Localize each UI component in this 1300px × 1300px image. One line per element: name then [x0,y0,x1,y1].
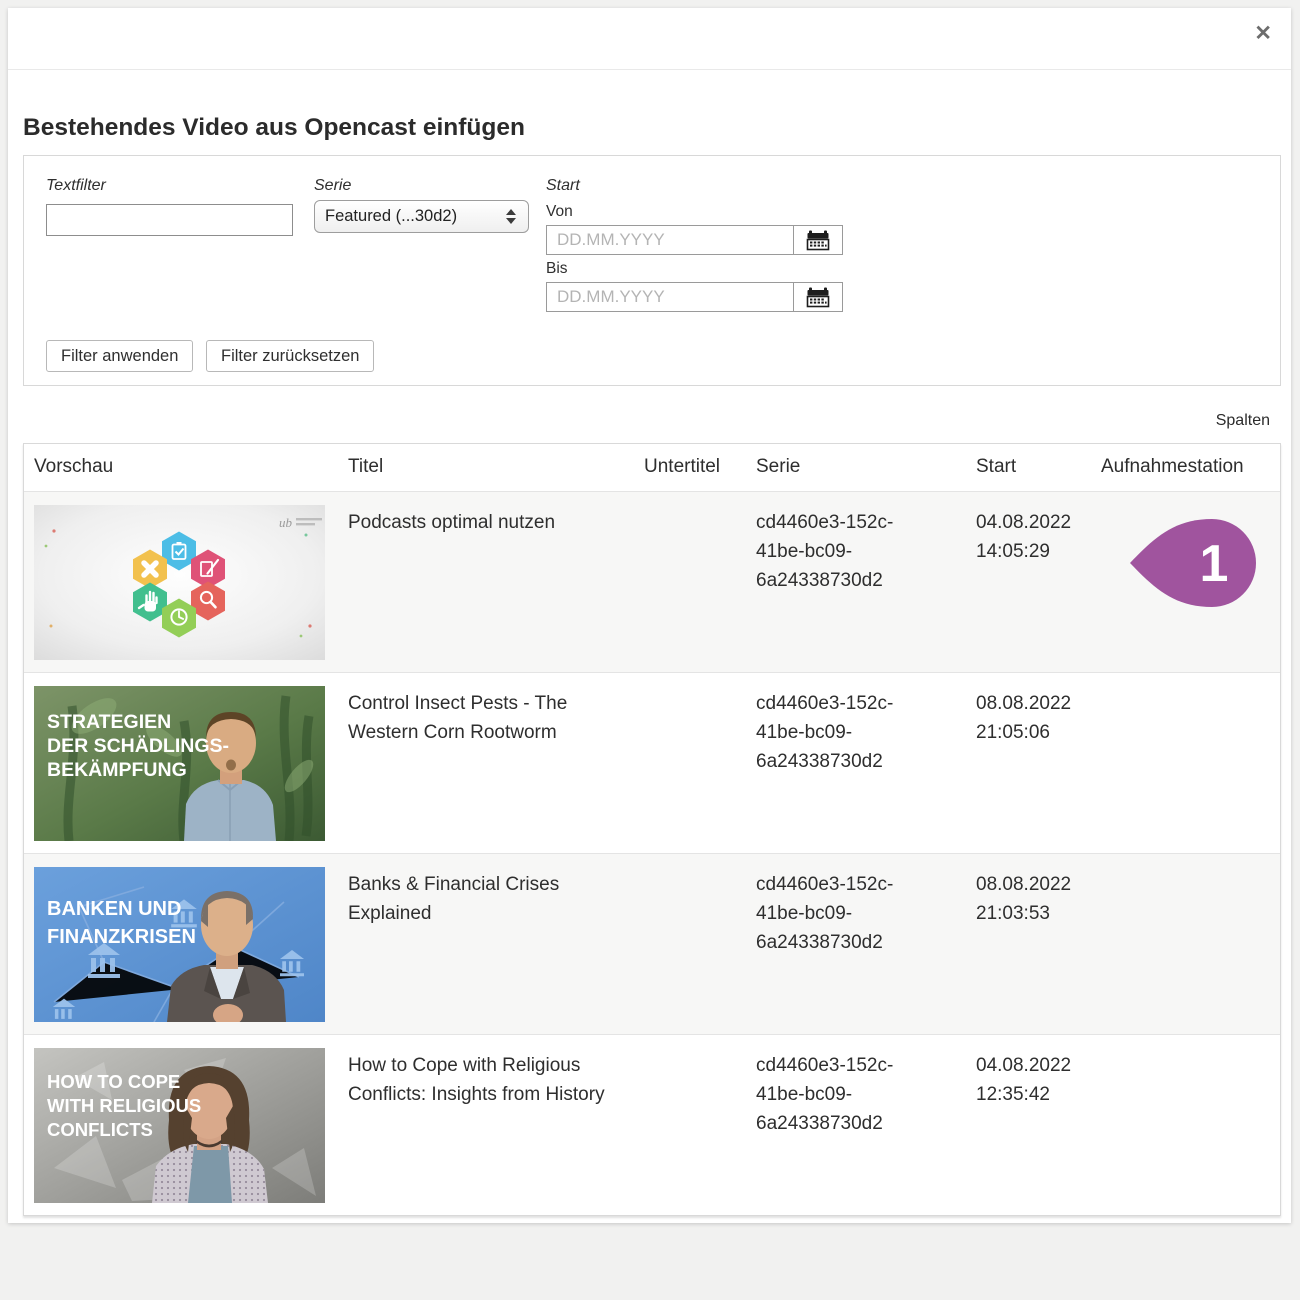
svg-text:BEKÄMPFUNG: BEKÄMPFUNG [47,758,187,781]
thumbnail-banks-graphic: BANKEN UND FINANZKRISEN [34,867,325,1022]
video-subtitle [634,492,746,672]
thumbnail-religious-graphic: HOW TO COPE WITH RELIGIOUS CONFLICTS [34,1048,325,1203]
start-time: 21:03:53 [976,899,1081,928]
video-subtitle [634,1035,746,1215]
start-time: 21:05:06 [976,718,1081,747]
video-start: 08.08.2022 21:03:53 [966,854,1091,1034]
start-date: 08.08.2022 [976,689,1081,718]
serie-select-value: Featured (...30d2) [325,207,506,226]
close-icon[interactable]: ✕ [1254,23,1272,44]
video-title: Banks & Financial Crises Explained [338,854,634,1034]
start-time: 12:35:42 [976,1080,1081,1109]
thumbnail-hexagon-graphic: ub [34,505,325,660]
header-titel: Titel [338,444,634,491]
svg-text:CONFLICTS: CONFLICTS [47,1119,153,1140]
video-title: Podcasts optimal nutzen [338,492,634,672]
video-start: 04.08.2022 12:35:42 [966,1035,1091,1215]
start-label: Start [546,177,580,195]
textfilter-input[interactable] [46,204,293,236]
filter-panel: Textfilter Serie Featured (...30d2) Star… [23,155,1281,386]
video-series: cd4460e3-152c-41be-bc09-6a24338730d2 [756,1051,924,1138]
header-aufnahmestation: Aufnahmestation [1091,444,1280,491]
svg-text:WITH RELIGIOUS: WITH RELIGIOUS [47,1095,201,1116]
apply-filter-button[interactable]: Filter anwenden [46,340,193,372]
header-start: Start [966,444,1091,491]
serie-select[interactable]: Featured (...30d2) [314,200,529,233]
modal-header: ✕ [8,8,1291,70]
thumbnail-corn-graphic: STRATEGIEN DER SCHÄDLINGS- BEKÄMPFUNG [34,686,325,841]
video-thumbnail: BANKEN UND FINANZKRISEN [24,854,338,1034]
svg-text:BANKEN UND: BANKEN UND [47,898,181,920]
bis-label: Bis [546,260,568,278]
svg-text:HOW TO COPE: HOW TO COPE [47,1071,180,1092]
opencast-insert-modal: ✕ Bestehendes Video aus Opencast einfüge… [8,8,1291,1223]
video-station [1091,1035,1280,1215]
video-station [1091,854,1280,1034]
svg-text:FINANZKRISEN: FINANZKRISEN [47,926,196,948]
columns-menu[interactable]: Spalten [1216,412,1270,430]
video-subtitle [634,673,746,853]
calendar-icon [806,286,830,308]
start-date: 04.08.2022 [976,1051,1081,1080]
date-from-input[interactable] [546,225,793,255]
von-label: Von [546,203,573,221]
calendar-icon [806,229,830,251]
table-row[interactable]: HOW TO COPE WITH RELIGIOUS CONFLICTS How… [24,1034,1280,1215]
header-serie: Serie [746,444,966,491]
table-row[interactable]: BANKEN UND FINANZKRISEN Banks & Financia… [24,853,1280,1034]
header-vorschau: Vorschau [24,444,338,491]
video-series: cd4460e3-152c-41be-bc09-6a24338730d2 [756,508,924,595]
video-station [1091,673,1280,853]
svg-text:STRATEGIEN: STRATEGIEN [47,711,171,733]
header-untertitel: Untertitel [634,444,746,491]
date-to-calendar-button[interactable] [793,282,843,312]
video-title: Control Insect Pests - The Western Corn … [338,673,634,853]
annotation-marker-1: 1 [1128,517,1258,609]
video-series: cd4460e3-152c-41be-bc09-6a24338730d2 [756,689,924,776]
textfilter-label: Textfilter [46,177,106,195]
video-start: 04.08.2022 14:05:29 [966,492,1091,672]
serie-label: Serie [314,177,351,195]
start-time: 14:05:29 [976,537,1081,566]
table-row[interactable]: STRATEGIEN DER SCHÄDLINGS- BEKÄMPFUNG Co… [24,672,1280,853]
video-table: Vorschau Titel Untertitel Serie Start Au… [23,443,1281,1216]
video-start: 08.08.2022 21:05:06 [966,673,1091,853]
annotation-number: 1 [1200,535,1229,593]
video-thumbnail: STRATEGIEN DER SCHÄDLINGS- BEKÄMPFUNG [24,673,338,853]
start-date: 08.08.2022 [976,870,1081,899]
video-title: How to Cope with Religious Conflicts: In… [338,1035,634,1215]
date-to-input[interactable] [546,282,793,312]
date-from-calendar-button[interactable] [793,225,843,255]
video-subtitle [634,854,746,1034]
video-thumbnail: HOW TO COPE WITH RELIGIOUS CONFLICTS [24,1035,338,1215]
table-header-row: Vorschau Titel Untertitel Serie Start Au… [24,444,1280,491]
svg-text:DER SCHÄDLINGS-: DER SCHÄDLINGS- [47,734,229,757]
video-thumbnail: ub [24,492,338,672]
start-date: 04.08.2022 [976,508,1081,537]
select-stepper-icon [506,209,516,224]
page-title: Bestehendes Video aus Opencast einfügen [23,114,525,142]
svg-text:ub: ub [279,515,293,530]
table-row[interactable]: ub [24,491,1280,672]
video-series: cd4460e3-152c-41be-bc09-6a24338730d2 [756,870,924,957]
reset-filter-button[interactable]: Filter zurücksetzen [206,340,374,372]
